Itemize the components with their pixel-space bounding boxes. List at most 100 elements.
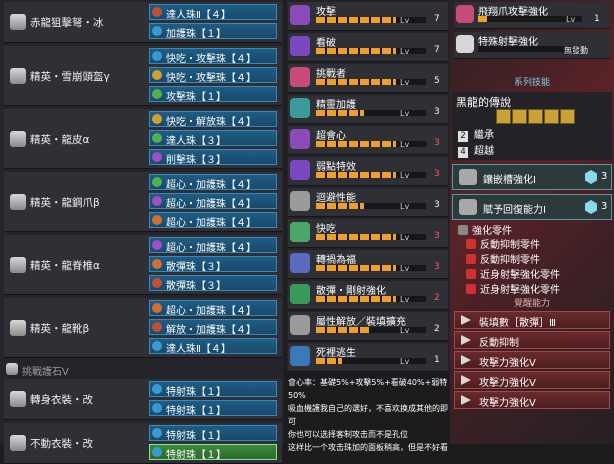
skill-row[interactable]: 弱點特效 Lv 3 bbox=[288, 157, 448, 186]
decoration-slot[interactable]: 超心・加護珠【４】 bbox=[149, 237, 277, 254]
skill-level-bar bbox=[316, 79, 426, 85]
skill-row[interactable]: 迴避性能 Lv 3 bbox=[288, 188, 448, 217]
decoration-label: 特射珠【１】 bbox=[166, 406, 226, 417]
decoration-slot[interactable]: 達人珠Ⅱ【４】 bbox=[149, 338, 277, 355]
skill-name: 散彈・剛射強化 bbox=[316, 286, 386, 297]
mod-icon bbox=[458, 225, 468, 235]
mod-item[interactable]: 反動抑制零件 bbox=[466, 251, 540, 266]
decoration-slot[interactable]: 超心・加護珠【４】 bbox=[149, 174, 277, 191]
skill-row[interactable]: 挑戰者 Lv 5 bbox=[288, 64, 448, 93]
skill-row[interactable]: 超會心 Lv 3 bbox=[288, 126, 448, 155]
skill-row[interactable]: 屬性解放／裝填擴充 Lv 2 bbox=[288, 312, 448, 341]
decoration-slot[interactable]: 快吃・攻擊珠【４】 bbox=[149, 48, 277, 65]
decoration-slot[interactable]: 超心・加護珠【４】 bbox=[149, 300, 277, 317]
decoration-slot[interactable]: 削擊珠【３】 bbox=[149, 149, 277, 166]
equipment-row[interactable]: 精英・龍皮α 快吃・解放珠【４】 達人珠【３】 削擊珠【３】 bbox=[4, 109, 282, 169]
gem-icon bbox=[585, 200, 597, 214]
custom-upgrade-row[interactable]: 鑲嵌槽強化Ⅰ 3 bbox=[452, 164, 612, 190]
skill-icon bbox=[290, 284, 310, 304]
decoration-slot[interactable]: 加護珠【１】 bbox=[149, 23, 277, 40]
skill-icon bbox=[290, 5, 310, 25]
decoration-slot[interactable]: 達人珠【３】 bbox=[149, 130, 277, 147]
skill-row[interactable]: 飛翔爪攻擊強化 Lv 1 bbox=[454, 2, 610, 29]
decoration-gem-icon bbox=[152, 89, 162, 99]
decoration-gem-icon bbox=[152, 384, 162, 394]
skill-level-bar bbox=[316, 141, 426, 147]
awakening-item[interactable]: 攻擊力強化Ⅴ bbox=[454, 371, 610, 389]
level-prefix: Lv bbox=[400, 357, 410, 366]
skill-level: 2 bbox=[434, 324, 440, 334]
skill-icon bbox=[290, 160, 310, 180]
arrow-icon bbox=[461, 355, 471, 365]
decoration-gem-icon bbox=[152, 51, 162, 61]
note-line-2: 吸血機護我自己的選好，不喜欢换成其他的即可 bbox=[288, 404, 448, 426]
skill-row[interactable]: 看破 Lv 7 bbox=[288, 33, 448, 62]
custom-upgrade-row[interactable]: 賦予回復能力Ⅰ 3 bbox=[452, 194, 612, 220]
set-skill-box[interactable]: 黑龍的傳說 2 繼承 4 超越 bbox=[452, 92, 612, 160]
equipment-name: 精英・龍鋼爪β bbox=[30, 196, 100, 209]
slot-upgrade-icon bbox=[459, 169, 477, 185]
skill-row[interactable]: 散彈・剛射強化 Lv 2 bbox=[288, 281, 448, 310]
equipment-row[interactable]: 精英・雪崩頭盔γ 快吃・攻擊珠【４】 快吃・攻擊珠【４】 攻擊珠【１】 bbox=[4, 46, 282, 106]
skill-row[interactable]: 精靈加護 Lv 3 bbox=[288, 95, 448, 124]
skill-level-fill bbox=[316, 48, 396, 54]
decoration-slot[interactable]: 攻擊珠【１】 bbox=[149, 86, 277, 103]
armor-icon bbox=[10, 193, 26, 210]
skill-level-fill bbox=[316, 172, 396, 178]
decoration-slot[interactable]: 特射珠【１】 bbox=[149, 425, 277, 442]
arrow-icon bbox=[461, 315, 471, 325]
skill-row[interactable]: 轉禍為福 Lv 3 bbox=[288, 250, 448, 279]
armor-icon bbox=[10, 67, 26, 84]
equipment-row[interactable]: 精英・龍靴β 超心・加護珠【４】解放・加護珠【４】 達人珠Ⅱ【４】 bbox=[4, 298, 282, 358]
skill-row[interactable]: 攻擊 Lv 7 bbox=[288, 2, 448, 31]
equipment-name: 精英・龍皮α bbox=[30, 133, 90, 146]
decoration-gem-icon bbox=[152, 303, 162, 313]
layered-armor-row[interactable]: 轉身衣裝・改 特射珠【１】 特射珠【１】 bbox=[4, 379, 282, 420]
awakening-item[interactable]: 裝填數［散彈］Ⅲ bbox=[454, 311, 610, 329]
mod-item[interactable]: 反動抑制零件 bbox=[466, 236, 540, 251]
mod-item[interactable]: 近身射擊強化零件 bbox=[466, 281, 560, 296]
decoration-slot[interactable]: 特射珠【１】 bbox=[149, 381, 277, 398]
decoration-slot[interactable]: 快吃・攻擊珠【４】 bbox=[149, 67, 277, 84]
skill-icon bbox=[456, 5, 474, 23]
decoration-slot[interactable]: 超心・加護珠【４】 bbox=[149, 193, 277, 210]
equipment-name: 精英・龍靴β bbox=[30, 322, 90, 335]
decoration-slot[interactable]: 超心・加護珠【４】 bbox=[149, 212, 277, 229]
awakening-item[interactable]: 反動抑制 bbox=[454, 331, 610, 349]
decoration-slot[interactable]: 達人珠Ⅱ【４】 bbox=[149, 4, 277, 21]
decoration-gem-icon bbox=[152, 322, 162, 332]
set-skill-title: 黑龍的傳說 bbox=[456, 96, 511, 109]
skill-icon bbox=[290, 191, 310, 211]
equipment-row[interactable]: 赤龍狙擊弩・冰 達人珠Ⅱ【４】 加護珠【１】 bbox=[4, 2, 282, 43]
level-prefix: Lv bbox=[400, 16, 410, 25]
skill-row[interactable]: 特殊射擊強化 無發動 bbox=[454, 32, 610, 59]
equipment-row[interactable]: 精英・龍鋼爪β 超心・加護珠【４】 超心・加護珠【４】 超心・加護珠【４】 bbox=[4, 172, 282, 232]
skill-level-bar bbox=[316, 327, 426, 333]
skill-name: 快吃 bbox=[316, 224, 336, 235]
gem-icon bbox=[585, 170, 597, 184]
note-line-1: 會心率：基礎5%+攻擊5%+看破40%+弱特50% bbox=[288, 378, 448, 400]
skill-row[interactable]: 死裡逃生 Lv 1 bbox=[288, 343, 448, 372]
decoration-label: 超心・加護珠【４】 bbox=[166, 306, 256, 317]
decoration-gem-icon bbox=[152, 240, 162, 250]
decoration-slot[interactable]: 特射珠【１】 bbox=[149, 400, 277, 417]
skill-level: 1 bbox=[434, 355, 440, 365]
charm-name[interactable]: 挑戰護石Ⅴ bbox=[22, 363, 69, 378]
decoration-slot[interactable]: 散彈珠【３】 bbox=[149, 256, 277, 273]
equipment-row[interactable]: 精英・龍脊椎α 超心・加護珠【４】 散彈珠【３】 散彈珠【３】 bbox=[4, 235, 282, 295]
decoration-gem-icon bbox=[152, 196, 162, 206]
decoration-gem-icon bbox=[152, 133, 162, 143]
awakening-item[interactable]: 攻擊力強化Ⅴ bbox=[454, 391, 610, 409]
decoration-gem-icon bbox=[152, 341, 162, 351]
mod-icon bbox=[466, 239, 476, 249]
armor-icon bbox=[10, 14, 26, 30]
decoration-slot[interactable]: 快吃・解放珠【４】 bbox=[149, 111, 277, 128]
awakening-item[interactable]: 攻擊力強化Ⅴ bbox=[454, 351, 610, 369]
skill-level: 3 bbox=[434, 200, 440, 210]
decoration-slot[interactable]: 特射珠【１】 bbox=[149, 444, 277, 461]
skill-icon bbox=[290, 67, 310, 87]
decoration-slot[interactable]: 散彈珠【３】 bbox=[149, 275, 277, 292]
mod-item[interactable]: 近身射擊強化零件 bbox=[466, 266, 560, 281]
decoration-slot[interactable]: 解放・加護珠【４】 bbox=[149, 319, 277, 336]
skill-row[interactable]: 快吃 Lv 3 bbox=[288, 219, 448, 248]
